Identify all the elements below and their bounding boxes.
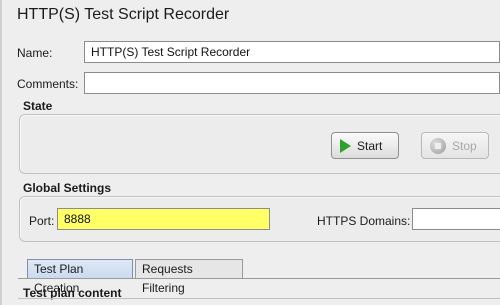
- tab-requests-filtering[interactable]: Requests Filtering: [135, 259, 243, 295]
- https-domains-label: HTTPS Domains:: [317, 214, 411, 228]
- comments-field[interactable]: [84, 72, 500, 94]
- port-field[interactable]: [57, 208, 270, 230]
- play-icon: [340, 138, 351, 153]
- global-settings-label: Global Settings: [23, 181, 112, 195]
- port-label: Port:: [29, 214, 55, 228]
- global-settings-group: Port: HTTPS Domains:: [19, 196, 500, 242]
- left-border: [0, 0, 2, 305]
- start-button[interactable]: Start: [331, 132, 399, 159]
- comments-label: Comments:: [17, 77, 79, 91]
- start-button-label: Start: [357, 138, 383, 153]
- state-section-label: State: [23, 99, 53, 113]
- name-label: Name:: [17, 46, 53, 60]
- tab-bar-divider: [18, 278, 500, 279]
- https-domains-field[interactable]: [412, 208, 500, 230]
- tab-test-plan-creation[interactable]: Test Plan Creation: [27, 259, 133, 295]
- name-field[interactable]: [84, 41, 500, 63]
- stop-button[interactable]: Stop: [421, 132, 489, 159]
- stop-button-label: Stop: [452, 138, 477, 153]
- panel-title: HTTP(S) Test Script Recorder: [17, 6, 230, 23]
- stop-icon: [430, 137, 446, 154]
- state-group: Start Stop: [19, 114, 500, 174]
- content-divider: [18, 298, 500, 299]
